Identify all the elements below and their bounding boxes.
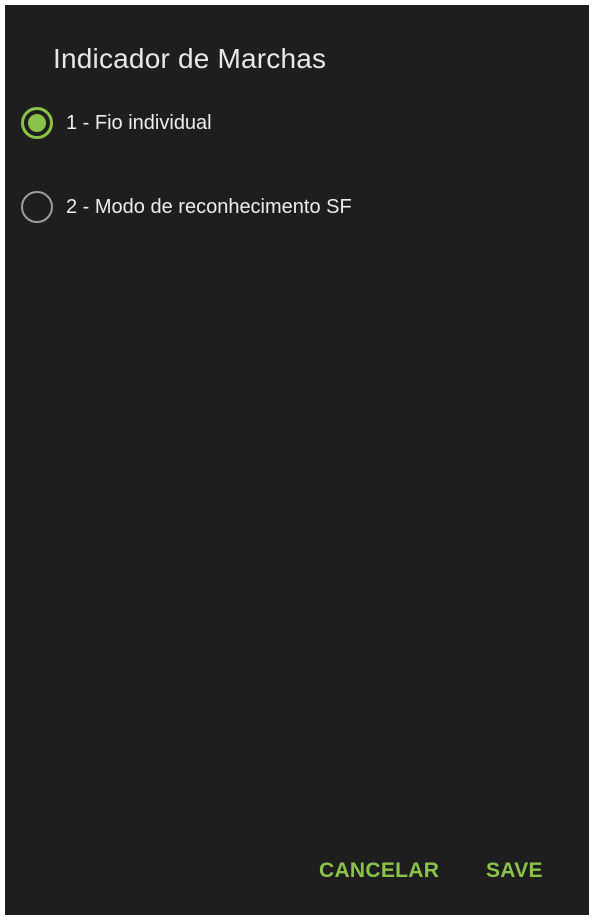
option-fio-individual[interactable]: 1 - Fio individual [5, 93, 589, 153]
option-label: 1 - Fio individual [66, 111, 212, 134]
radio-dot-icon [28, 114, 46, 132]
dialog-title: Indicador de Marchas [53, 43, 327, 74]
radio-checked-icon[interactable] [21, 107, 53, 139]
option-label: 2 - Modo de reconhecimento SF [66, 195, 352, 218]
radio-unchecked-icon[interactable] [21, 191, 53, 223]
dialog-actions: CANCELAR SAVE [5, 825, 589, 915]
option-modo-reconhecimento-sf[interactable]: 2 - Modo de reconhecimento SF [5, 177, 589, 237]
gear-indicator-dialog: Indicador de Marchas 1 - Fio individual … [5, 5, 589, 915]
save-button[interactable]: SAVE [486, 859, 543, 883]
cancel-button[interactable]: CANCELAR [319, 859, 439, 883]
